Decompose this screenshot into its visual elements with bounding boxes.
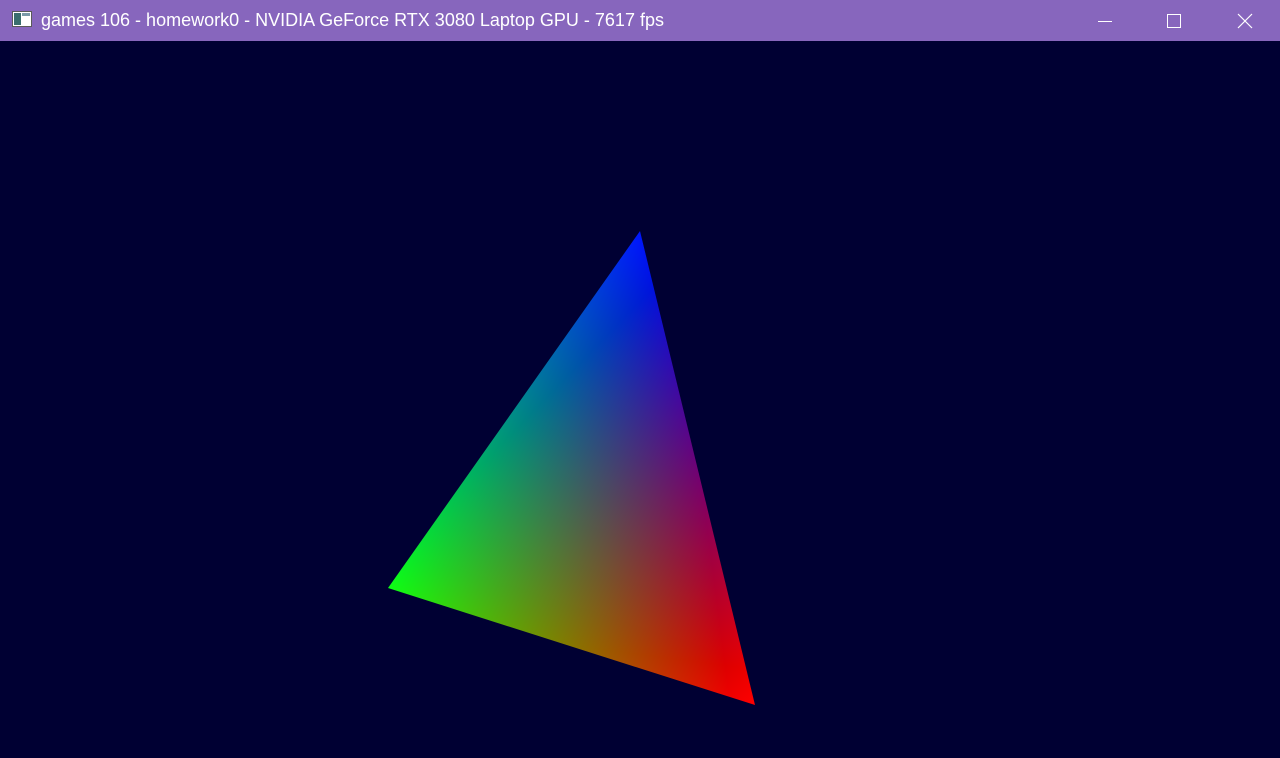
close-icon bbox=[1237, 13, 1253, 29]
app-icon bbox=[12, 11, 32, 27]
minimize-button[interactable] bbox=[1070, 0, 1140, 41]
close-button[interactable] bbox=[1210, 0, 1280, 41]
window-title: games 106 - homework0 - NVIDIA GeForce R… bbox=[41, 10, 664, 30]
minimize-icon bbox=[1097, 13, 1113, 29]
shaded-triangle bbox=[388, 231, 755, 705]
maximize-button[interactable] bbox=[1139, 0, 1209, 41]
render-viewport[interactable] bbox=[0, 41, 1280, 758]
scene-canvas bbox=[388, 231, 755, 705]
title-bar[interactable]: games 106 - homework0 - NVIDIA GeForce R… bbox=[0, 0, 1280, 41]
maximize-icon bbox=[1166, 13, 1182, 29]
app-window: games 106 - homework0 - NVIDIA GeForce R… bbox=[0, 0, 1280, 758]
